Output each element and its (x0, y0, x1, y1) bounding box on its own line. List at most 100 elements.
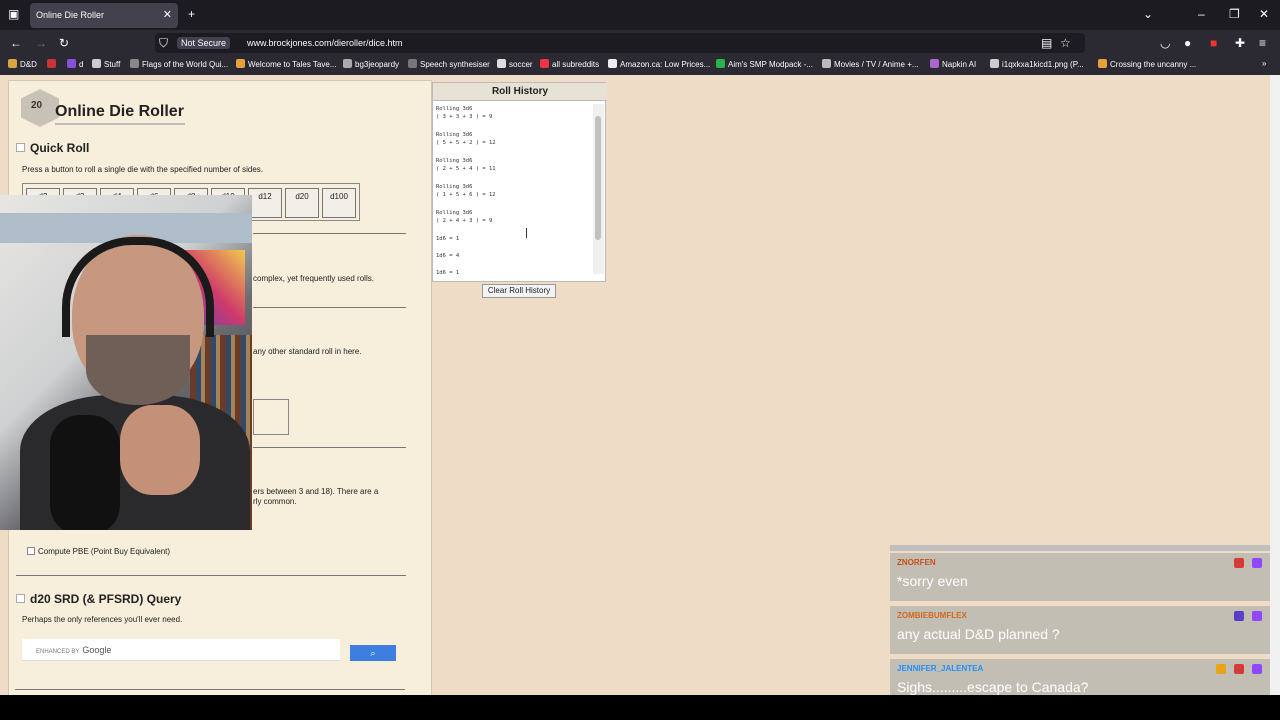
section-fragment: any other standard roll in here. (253, 347, 362, 356)
bookmark-folder[interactable]: Stuff (92, 59, 120, 69)
section-fragment: rly common. (253, 497, 297, 506)
tab-online-die-roller[interactable]: Online Die Roller ✕ (30, 3, 178, 28)
tab-title: Online Die Roller (36, 10, 105, 20)
bookmark-item[interactable]: d (67, 59, 83, 69)
chat-text: any actual D&D planned ? (897, 626, 1060, 642)
bookmark-item[interactable]: D&D (8, 59, 37, 69)
bookmark-item[interactable]: Speech synthesiser (408, 59, 490, 69)
twitch-icon (1252, 664, 1262, 674)
d12-button[interactable]: d12 (248, 188, 282, 218)
srd-description: Perhaps the only references you'll ever … (22, 615, 183, 624)
divider (253, 307, 406, 308)
section-fragment: ers between 3 and 18). There are a (253, 487, 379, 496)
pbe-checkbox[interactable] (27, 547, 35, 555)
bookmark-item[interactable]: Movies / TV / Anime +... (822, 59, 919, 69)
close-tab-icon[interactable]: ✕ (163, 3, 172, 28)
bookmark-item[interactable]: Flags of the World Qui... (130, 59, 228, 69)
reload-icon[interactable]: ↻ (59, 36, 69, 50)
roll-history-log[interactable]: Rolling 3d6 ( 3 + 3 + 3 ) = 9 Rolling 3d… (433, 104, 605, 280)
page-scrollbar[interactable] (1270, 75, 1280, 695)
bookmark-item[interactable]: all subreddits (540, 59, 599, 69)
chat-message: ZNORFEN *sorry even (890, 553, 1270, 601)
roll-history-line: 1d6 = 1 (436, 236, 460, 242)
divider (16, 575, 406, 576)
back-icon[interactable]: ← (10, 36, 22, 50)
bookmark-item[interactable] (47, 59, 59, 69)
d100-button[interactable]: d100 (322, 188, 356, 218)
page-title: Online Die Roller (55, 103, 184, 120)
quick-roll-heading[interactable]: Quick Roll (16, 141, 89, 155)
bookmark-item[interactable]: i1qxkxa1kicd1.png (P... (990, 59, 1084, 69)
navigation-bar: ← → ↻ ⛉ Not Secure www.brockjones.com/di… (0, 30, 1280, 56)
roll-history-line: 1d6 = 1 (436, 270, 460, 276)
divider (253, 233, 406, 234)
forward-icon[interactable]: → (35, 36, 47, 50)
badge-icon (1216, 664, 1226, 674)
roll-history-scroll-thumb[interactable] (595, 116, 601, 240)
partial-button[interactable] (253, 399, 289, 435)
bookmark-item[interactable]: bg3jeopardy (343, 59, 399, 69)
divider (15, 689, 405, 690)
badge-icon (1234, 558, 1244, 568)
roll-history-line: Rolling 3d6 (436, 210, 473, 216)
bookmark-item[interactable]: Amazon.ca: Low Prices... (608, 59, 710, 69)
divider (253, 447, 406, 448)
menu-icon[interactable]: ≡ (1259, 36, 1266, 50)
bottom-bar (0, 695, 1280, 720)
roll-history-title: Roll History (433, 83, 607, 101)
tab-list-icon[interactable]: ▣ (8, 7, 19, 21)
chat-text: Sighs.........escape to Canada? (897, 679, 1089, 695)
chat-message: ZOMBIEBUMFLEX any actual D&D planned ? (890, 606, 1270, 654)
url-text[interactable]: www.brockjones.com/dieroller/dice.htm (247, 38, 403, 48)
bookmark-item[interactable]: Crossing the uncanny ... (1098, 59, 1196, 69)
close-window-icon[interactable]: ✕ (1259, 7, 1269, 21)
bookmarks-bar: D&D d Stuff Flags of the World Qui... We… (0, 56, 1280, 75)
bookmark-star-icon[interactable]: ☆ (1060, 36, 1071, 50)
text-cursor (526, 228, 527, 238)
restore-icon[interactable]: ❐ (1229, 7, 1240, 21)
collapse-toggle-icon[interactable] (16, 143, 25, 152)
bookmark-item[interactable]: soccer (497, 59, 533, 69)
section-fragment: complex, yet frequently used rolls. (253, 274, 374, 283)
google-search-input[interactable]: ENHANCED BY Google (22, 639, 340, 661)
extension-icon[interactable]: ■ (1210, 36, 1217, 50)
tab-overflow-icon[interactable]: ⌄ (1143, 7, 1153, 21)
d20-logo-icon: 20 (21, 89, 59, 127)
bookmark-item[interactable]: Napkin AI (930, 59, 976, 69)
extensions-puzzle-icon[interactable]: ✚ (1235, 36, 1245, 50)
pbe-option[interactable]: Compute PBE (Point Buy Equivalent) (27, 547, 170, 556)
badge-icon (1234, 611, 1244, 621)
new-tab-icon[interactable]: + (188, 7, 195, 21)
chat-username: JENNIFER_JALENTEA (897, 664, 984, 673)
reader-view-icon[interactable]: ▤ (1041, 36, 1052, 50)
minimize-icon[interactable]: – (1198, 7, 1205, 21)
chat-text: *sorry even (897, 573, 968, 589)
roll-history-line: Rolling 3d6 (436, 132, 473, 138)
chat-username: ZNORFEN (897, 558, 936, 567)
roll-history-line: Rolling 3d6 (436, 184, 473, 190)
clear-roll-history-button[interactable]: Clear Roll History (482, 284, 556, 298)
bookmark-item[interactable]: Welcome to Tales Tave... (236, 59, 337, 69)
chat-username: ZOMBIEBUMFLEX (897, 611, 967, 620)
browser-tab-strip: ▣ Online Die Roller ✕ + ⌄ – ❐ ✕ (0, 0, 1280, 30)
roll-history-line: ( 2 + 5 + 4 ) = 11 (436, 166, 496, 172)
bookmark-item[interactable]: Aim's SMP Modpack -... (716, 59, 813, 69)
srd-query-heading[interactable]: d20 SRD (& PFSRD) Query (16, 592, 181, 606)
twitch-icon (1252, 611, 1262, 621)
roll-history-line: Rolling 3d6 (436, 158, 473, 164)
google-search-button[interactable]: ⌕ (350, 645, 396, 661)
bookmarks-overflow-icon[interactable]: » (1262, 59, 1266, 68)
roll-history-line: 1d6 = 4 (436, 253, 460, 259)
account-icon[interactable]: ● (1184, 36, 1191, 50)
roll-history-line: ( 1 + 5 + 6 ) = 12 (436, 192, 496, 198)
roll-history-line: ( 3 + 3 + 3 ) = 9 (436, 114, 493, 120)
shield-icon[interactable]: ⛉ (159, 36, 168, 51)
not-secure-badge[interactable]: Not Secure (177, 37, 231, 49)
title-underline (55, 123, 185, 125)
pocket-icon[interactable]: ◡ (1160, 36, 1170, 50)
roll-history-line: ( 5 + 5 + 2 ) = 12 (436, 140, 496, 146)
collapse-toggle-icon[interactable] (16, 594, 25, 603)
address-bar[interactable]: ⛉ Not Secure www.brockjones.com/dierolle… (155, 33, 1085, 53)
webcam-overlay (0, 195, 252, 530)
d20-button[interactable]: d20 (285, 188, 319, 218)
